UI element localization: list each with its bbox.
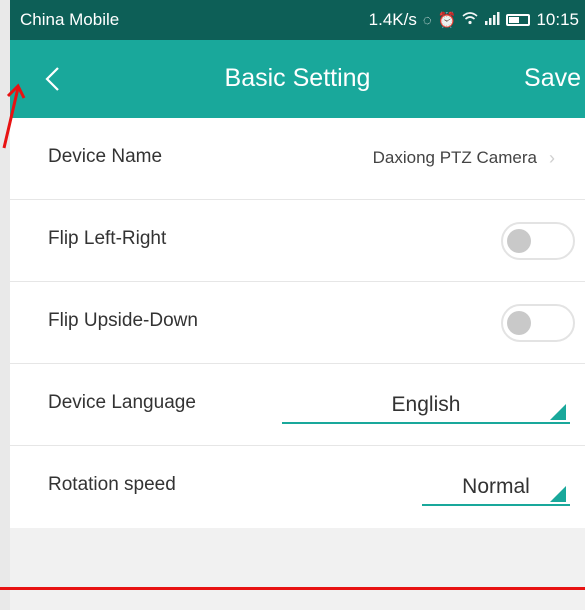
rotation-speed-select[interactable]: Normal bbox=[422, 470, 570, 506]
annotation-arrow-icon bbox=[2, 83, 26, 149]
flip-left-right-row: Flip Left-Right bbox=[10, 200, 585, 282]
toggle-knob bbox=[507, 311, 531, 335]
carrier-label: China Mobile bbox=[20, 10, 120, 29]
device-language-value: English bbox=[391, 393, 461, 416]
device-name-label: Device Name bbox=[48, 146, 163, 167]
rotation-speed-row: Rotation speed Normal bbox=[10, 446, 585, 528]
rotation-speed-label: Rotation speed bbox=[48, 474, 176, 495]
flip-left-right-label: Flip Left-Right bbox=[48, 228, 167, 249]
battery-icon bbox=[506, 14, 531, 26]
device-name-row[interactable]: Device Name Daxiong PTZ Camera › bbox=[10, 118, 585, 200]
rotation-speed-value: Normal bbox=[462, 475, 530, 498]
network-speed: 1.4K/s bbox=[368, 10, 417, 29]
page-title: Basic Setting bbox=[224, 64, 371, 92]
annotation-red-line bbox=[0, 587, 585, 590]
chevron-right-icon: › bbox=[549, 148, 555, 168]
dropdown-corner-icon bbox=[550, 404, 566, 420]
device-language-row: Device Language English bbox=[10, 364, 585, 446]
empty-area bbox=[10, 528, 585, 610]
device-language-select[interactable]: English bbox=[282, 388, 570, 424]
toggle-knob bbox=[507, 229, 531, 253]
flip-upside-down-row: Flip Upside-Down bbox=[10, 282, 585, 364]
nav-bar: Basic Setting Save bbox=[10, 40, 585, 118]
signal-icon bbox=[484, 11, 500, 29]
device-name-value: Daxiong PTZ Camera bbox=[372, 148, 537, 167]
clock: 10:15 bbox=[536, 10, 579, 29]
wifi-icon bbox=[462, 11, 478, 29]
flip-left-right-toggle[interactable] bbox=[501, 222, 575, 260]
save-button[interactable]: Save bbox=[524, 64, 581, 93]
flip-upside-down-label: Flip Upside-Down bbox=[48, 310, 198, 331]
status-bar: China Mobile 1.4K/s ◌ ⏰ 10:15 bbox=[10, 0, 585, 40]
sync-icon: ◌ bbox=[422, 11, 432, 29]
device-language-label: Device Language bbox=[48, 392, 196, 413]
settings-list: Device Name Daxiong PTZ Camera › Flip Le… bbox=[10, 118, 585, 528]
flip-upside-down-toggle[interactable] bbox=[501, 304, 575, 342]
status-icons: 1.4K/s ◌ ⏰ 10:15 bbox=[369, 10, 579, 30]
dropdown-corner-icon bbox=[550, 486, 566, 502]
alarm-icon: ⏰ bbox=[437, 12, 457, 29]
